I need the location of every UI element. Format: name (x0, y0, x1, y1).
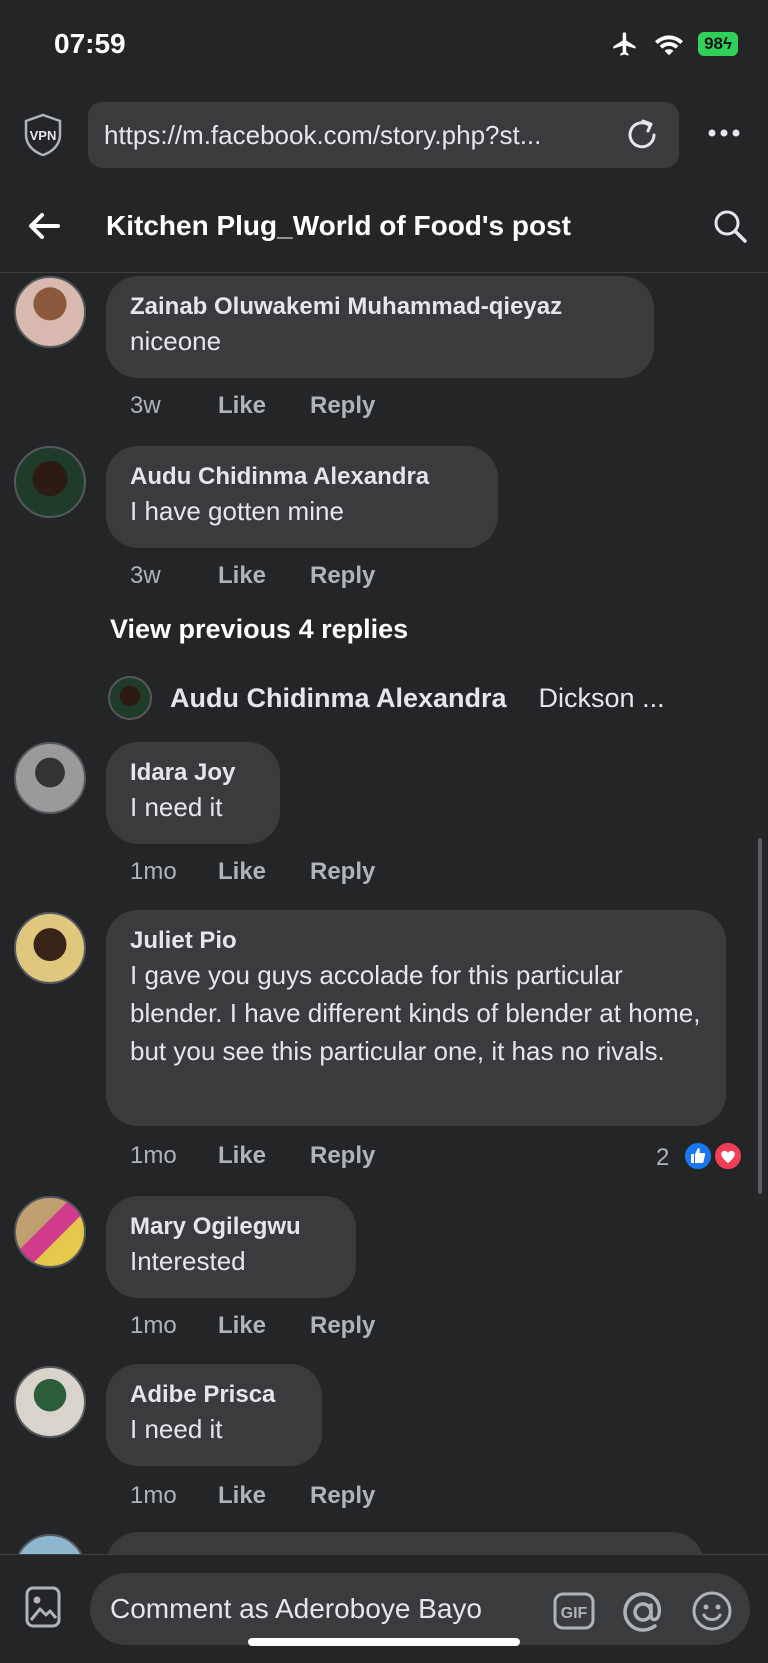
avatar[interactable] (14, 1196, 86, 1268)
url-text[interactable]: https://m.facebook.com/story.php?st... (104, 120, 541, 151)
comment-author[interactable]: Juliet Pio (130, 926, 702, 956)
reply-author[interactable]: Audu Chidinma Alexandra (170, 683, 507, 714)
comment-text: Interested (130, 1246, 246, 1276)
comment-actions: 1mo Like Reply (130, 1142, 375, 1170)
reply-button[interactable]: Reply (310, 1312, 375, 1340)
like-button[interactable]: Like (218, 858, 310, 886)
home-indicator (248, 1638, 520, 1646)
address-bar[interactable]: https://m.facebook.com/story.php?st... (88, 102, 679, 168)
comment-bubble: Zainab Oluwakemi Muhammad-qieyaz niceone (106, 276, 654, 378)
like-button[interactable]: Like (218, 1482, 310, 1510)
comment-text: I need it (130, 1414, 223, 1444)
reply-button[interactable]: Reply (310, 392, 375, 420)
comment-author[interactable]: Adibe Prisca (130, 1380, 298, 1410)
comment-composer: GIF (0, 1554, 768, 1663)
reply-button[interactable]: Reply (310, 1142, 375, 1170)
charging-icon: ϟ (723, 34, 732, 53)
battery-indicator: 98ϟ (698, 32, 738, 56)
scrollbar[interactable] (758, 838, 762, 1194)
vpn-label: VPN (30, 128, 57, 143)
status-time: 07:59 (54, 28, 126, 59)
comment-time: 3w (130, 562, 161, 589)
reactions-summary[interactable] (682, 1140, 744, 1172)
photo-icon[interactable] (24, 1585, 62, 1629)
page-header: Kitchen Plug_World of Food's post (0, 182, 768, 273)
comment-bubble: Idara Joy I need it (106, 742, 280, 844)
reply-button[interactable]: Reply (310, 858, 375, 886)
reply-button[interactable]: Reply (310, 1482, 375, 1510)
comment-time: 3w (130, 392, 161, 419)
comment-actions: 1mo Like Reply (130, 1482, 375, 1510)
comment-bubble: Mary Ogilegwu Interested (106, 1196, 356, 1298)
avatar[interactable] (14, 1366, 86, 1438)
battery-level: 98 (704, 34, 723, 53)
page-title: Kitchen Plug_World of Food's post (106, 210, 572, 241)
reply-button[interactable]: Reply (310, 562, 375, 590)
emoji-icon[interactable] (690, 1589, 734, 1633)
comment-time: 1mo (130, 1142, 177, 1169)
like-button[interactable]: Like (218, 1312, 310, 1340)
more-options-icon[interactable] (704, 118, 744, 148)
avatar[interactable] (14, 912, 86, 984)
comment-author[interactable]: Mary Ogilegwu (130, 1212, 332, 1242)
comment-text: niceone (130, 326, 222, 356)
comment-bubble: Adibe Prisca I need it (106, 1364, 322, 1466)
airplane-mode-icon (613, 32, 636, 56)
like-reaction-icon (683, 1141, 713, 1171)
comment-text: I gave you guys accolade for this partic… (130, 960, 701, 1066)
like-button[interactable]: Like (218, 1142, 310, 1170)
mention-icon[interactable] (620, 1589, 666, 1635)
avatar[interactable] (14, 446, 86, 518)
comment-text: I need it (130, 792, 223, 822)
comment-time: 1mo (130, 1312, 177, 1339)
comment-text: I have gotten mine (130, 496, 344, 526)
reply-preview[interactable]: Audu Chidinma Alexandra Dickson ... (108, 674, 665, 722)
reply-snippet: Dickson ... (538, 682, 665, 713)
gif-icon[interactable]: GIF (552, 1591, 596, 1631)
gif-label: GIF (561, 1605, 588, 1622)
view-previous-replies-link[interactable]: View previous 4 replies (110, 614, 408, 645)
wifi-icon (655, 35, 684, 56)
avatar[interactable] (14, 742, 86, 814)
vpn-shield-icon[interactable]: VPN (22, 112, 64, 158)
avatar[interactable] (14, 276, 86, 348)
comment-actions: 1mo Like Reply (130, 858, 375, 886)
status-icons: 98ϟ (610, 30, 738, 58)
comment-author[interactable]: Idara Joy (130, 758, 256, 788)
comment-time: 1mo (130, 1482, 177, 1509)
reload-icon[interactable] (623, 116, 661, 154)
comment-actions: 1mo Like Reply (130, 1312, 375, 1340)
comment-author[interactable]: Zainab Oluwakemi Muhammad-qieyaz (130, 292, 630, 322)
search-icon[interactable] (710, 206, 750, 246)
comment-author[interactable]: Audu Chidinma Alexandra (130, 462, 474, 492)
comment-bubble: Juliet Pio I gave you guys accolade for … (106, 910, 726, 1126)
love-reaction-icon (713, 1141, 743, 1171)
comment-actions: 3w Like Reply (130, 392, 375, 420)
reaction-count[interactable]: 2 (656, 1144, 669, 1172)
like-button[interactable]: Like (218, 562, 310, 590)
reply-avatar[interactable] (108, 676, 152, 720)
comment-bubble: Audu Chidinma Alexandra I have gotten mi… (106, 446, 498, 548)
comment-actions: 3w Like Reply (130, 562, 375, 590)
comment-time: 1mo (130, 858, 177, 885)
back-arrow-icon[interactable] (24, 206, 64, 246)
like-button[interactable]: Like (218, 392, 310, 420)
